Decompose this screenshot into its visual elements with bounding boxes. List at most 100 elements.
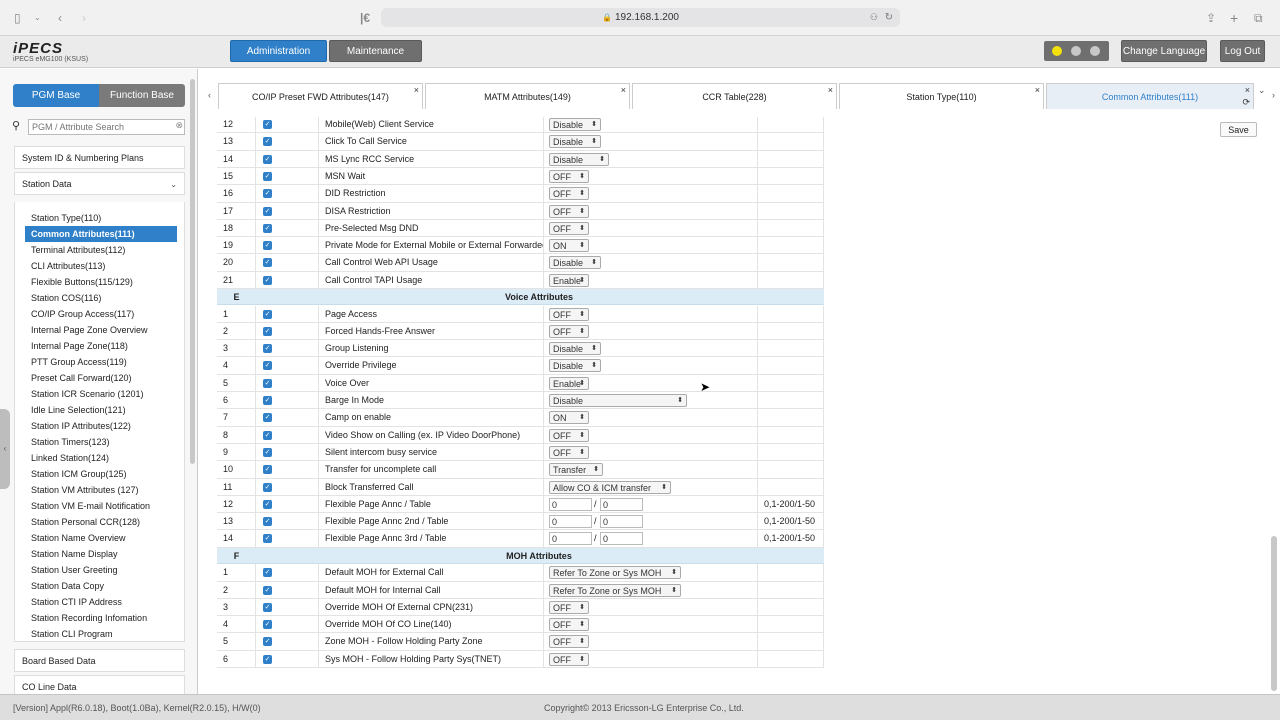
attribute-select[interactable]: OFF ⬍: [549, 428, 589, 442]
tab-matm-attributes[interactable]: MATM Attributes(149) ×: [425, 83, 630, 109]
attribute-select[interactable]: ON ⬍: [549, 239, 589, 253]
sidebar-item[interactable]: Station VM E-mail Notification: [25, 498, 177, 514]
checkbox-checked-icon[interactable]: ✓: [263, 258, 272, 268]
forward-icon[interactable]: ›: [82, 0, 86, 36]
clear-icon[interactable]: ⊗: [175, 120, 183, 131]
checkbox-checked-icon[interactable]: ✓: [263, 602, 272, 612]
checkbox-checked-icon[interactable]: ✓: [263, 568, 272, 578]
sidebar-item[interactable]: Station CTI IP Address: [25, 594, 177, 610]
checkbox-checked-icon[interactable]: ✓: [263, 206, 272, 216]
attribute-select[interactable]: Allow CO & ICM transfer ⬍: [549, 480, 671, 494]
close-icon[interactable]: ×: [828, 77, 833, 103]
checkbox-checked-icon[interactable]: ✓: [263, 517, 272, 527]
save-button[interactable]: Save: [1220, 122, 1257, 137]
tab-scroll-left-icon[interactable]: ‹: [208, 90, 211, 100]
attribute-select[interactable]: Disable ⬍: [549, 342, 601, 356]
checkbox-checked-icon[interactable]: ✓: [263, 223, 272, 233]
checkbox-checked-icon[interactable]: ✓: [263, 241, 272, 251]
checkbox-checked-icon[interactable]: ✓: [263, 499, 272, 509]
attribute-select[interactable]: Disable ⬍: [549, 394, 687, 407]
attribute-select[interactable]: OFF ⬍: [549, 221, 589, 235]
annc-input[interactable]: 0: [549, 532, 592, 546]
sidebar-section-board-based[interactable]: Board Based Data: [14, 649, 185, 672]
checkbox-checked-icon[interactable]: ✓: [263, 413, 272, 423]
sidebar-item[interactable]: Station IP Attributes(122): [25, 418, 177, 434]
checkbox-checked-icon[interactable]: ✓: [263, 137, 272, 147]
sidebar-item[interactable]: Preset Call Forward(120): [25, 370, 177, 386]
attribute-select[interactable]: OFF ⬍: [549, 187, 589, 201]
attribute-select[interactable]: Disable ⬍: [549, 359, 601, 373]
checkbox-checked-icon[interactable]: ✓: [263, 585, 272, 595]
tabs-icon[interactable]: ⧉: [1254, 0, 1263, 36]
sidebar-item[interactable]: CO/IP Group Access(117): [25, 306, 177, 322]
tab-co-ip-preset-fwd[interactable]: CO/IP Preset FWD Attributes(147) ×: [218, 83, 423, 109]
attribute-select[interactable]: Refer To Zone or Sys MOH ⬍: [549, 566, 681, 580]
checkbox-checked-icon[interactable]: ✓: [263, 344, 272, 354]
attribute-select[interactable]: OFF ⬍: [549, 652, 589, 666]
table-input[interactable]: 0: [600, 497, 643, 511]
sidebar-item[interactable]: CLI Attributes(113): [25, 258, 177, 274]
sidebar-item[interactable]: Station Type(110): [25, 210, 177, 226]
sidebar-item[interactable]: Station VM Attributes (127): [25, 482, 177, 498]
main-scrollbar[interactable]: [1271, 536, 1277, 691]
attribute-select[interactable]: Disable ⬍: [549, 118, 601, 131]
sidebar-item[interactable]: Station ICM Group(125): [25, 466, 177, 482]
sidebar-item[interactable]: Linked Station(124): [25, 450, 177, 466]
translate-icon[interactable]: ⚇: [870, 8, 878, 27]
attribute-select[interactable]: Disable ⬍: [549, 152, 609, 166]
collapse-sidebar-handle[interactable]: ‹: [0, 409, 10, 489]
checkbox-checked-icon[interactable]: ✓: [263, 309, 272, 319]
checkbox-checked-icon[interactable]: ✓: [263, 465, 272, 475]
attribute-select[interactable]: OFF ⬍: [549, 307, 589, 321]
sidebar-item[interactable]: Station Recording Infomation: [25, 610, 177, 626]
refresh-icon[interactable]: ⟳: [1242, 89, 1250, 115]
close-icon[interactable]: ×: [1035, 77, 1040, 103]
attribute-select[interactable]: Disable ⬍: [549, 135, 601, 149]
sidebar-item[interactable]: Station ICR Scenario (1201): [25, 386, 177, 402]
tab-common-attributes[interactable]: Common Attributes(111) × ⟳: [1046, 83, 1254, 109]
sidebar-item[interactable]: Station Name Overview: [25, 530, 177, 546]
checkbox-checked-icon[interactable]: ✓: [263, 534, 272, 544]
close-icon[interactable]: ×: [414, 77, 419, 103]
sidebar-toggle-icon[interactable]: ▯: [14, 0, 21, 36]
checkbox-checked-icon[interactable]: ✓: [263, 430, 272, 440]
sidebar-item[interactable]: Internal Page Zone(118): [25, 338, 177, 354]
sidebar-item[interactable]: Station Timers(123): [25, 434, 177, 450]
checkbox-checked-icon[interactable]: ✓: [263, 654, 272, 664]
attribute-select[interactable]: OFF ⬍: [549, 618, 589, 632]
tab-ccr-table[interactable]: CCR Table(228) ×: [632, 83, 837, 109]
sidebar-item[interactable]: Station User Greeting: [25, 562, 177, 578]
reload-icon[interactable]: ↻: [885, 8, 893, 27]
maintenance-button[interactable]: Maintenance: [329, 40, 422, 62]
chevron-down-icon[interactable]: ⌄: [34, 0, 41, 36]
checkbox-checked-icon[interactable]: ✓: [263, 620, 272, 630]
checkbox-checked-icon[interactable]: ✓: [263, 189, 272, 199]
checkbox-checked-icon[interactable]: ✓: [263, 361, 272, 371]
sidebar-item[interactable]: Station Personal CCR(128): [25, 514, 177, 530]
tab-pgm-base[interactable]: PGM Base: [13, 84, 99, 107]
sidebar-section-system-id[interactable]: System ID & Numbering Plans: [14, 146, 185, 169]
administration-button[interactable]: Administration: [230, 40, 327, 62]
tab-station-type[interactable]: Station Type(110) ×: [839, 83, 1044, 109]
attribute-select[interactable]: Transfer ⬍: [549, 463, 603, 477]
change-language-button[interactable]: Change Language: [1121, 40, 1207, 62]
attribute-select[interactable]: Refer To Zone or Sys MOH ⬍: [549, 583, 681, 597]
search-input[interactable]: [28, 119, 185, 135]
checkbox-checked-icon[interactable]: ✓: [263, 171, 272, 181]
attribute-select[interactable]: Disable ⬍: [549, 256, 601, 270]
attribute-select[interactable]: OFF ⬍: [549, 600, 589, 614]
sidebar-item[interactable]: PTT Group Access(119): [25, 354, 177, 370]
attribute-select[interactable]: OFF ⬍: [549, 324, 589, 338]
new-tab-icon[interactable]: +: [1230, 0, 1238, 36]
sidebar-item[interactable]: Idle Line Selection(121): [25, 402, 177, 418]
back-icon[interactable]: ‹: [58, 0, 62, 36]
attribute-select[interactable]: OFF ⬍: [549, 635, 589, 649]
share-icon[interactable]: ⇪: [1206, 0, 1216, 36]
table-input[interactable]: 0: [600, 515, 643, 529]
tab-scroll-right-icon[interactable]: ›: [1272, 90, 1275, 100]
checkbox-checked-icon[interactable]: ✓: [263, 120, 272, 129]
checkbox-checked-icon[interactable]: ✓: [263, 275, 272, 285]
checkbox-checked-icon[interactable]: ✓: [263, 637, 272, 647]
attribute-select[interactable]: Enable ⬍: [549, 273, 589, 287]
tab-function-base[interactable]: Function Base: [99, 84, 185, 107]
